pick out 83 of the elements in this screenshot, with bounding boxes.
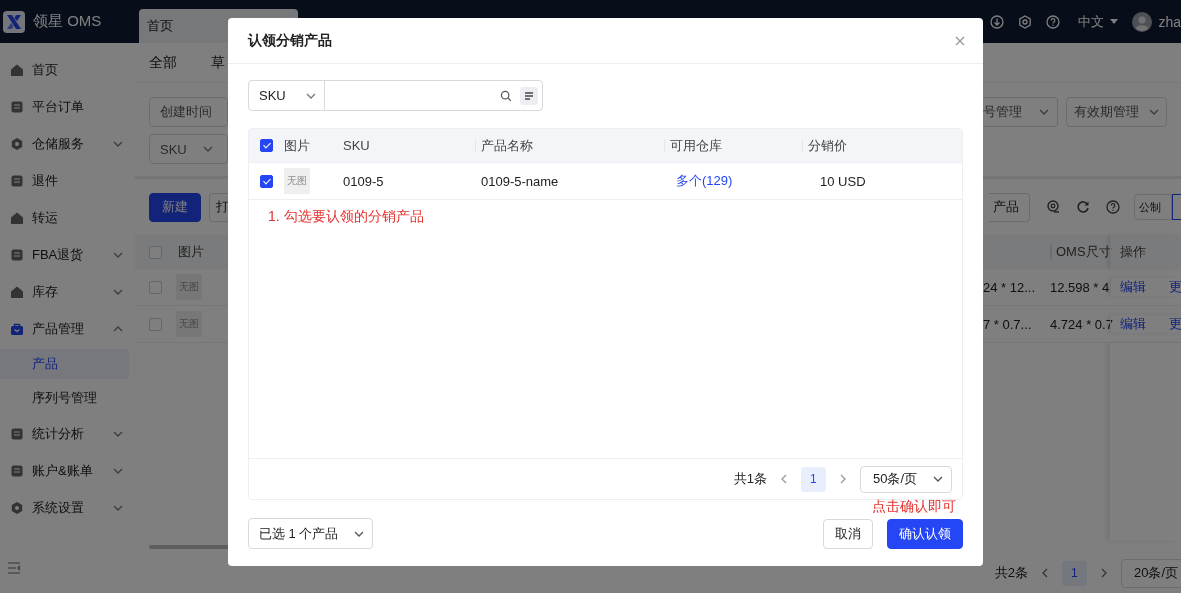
user-name[interactable]: zha [1158, 13, 1181, 30]
chevron-down-icon [354, 530, 365, 537]
table-cell-text: 0109-5 [343, 173, 385, 189]
settings-icon[interactable] [1046, 200, 1060, 214]
column-header: 图片 [284, 136, 311, 155]
app-name: 领星 OMS [33, 12, 103, 31]
download-icon[interactable] [990, 14, 1005, 29]
house-icon [10, 284, 24, 299]
previous-icon[interactable] [780, 474, 787, 484]
toolbar-button[interactable]: 产品 [989, 192, 1030, 222]
previous-icon[interactable] [1041, 568, 1048, 578]
page-number[interactable]: 1 [1061, 560, 1087, 586]
annotation-text: 1. 勾选要认领的分销产品 [268, 208, 424, 224]
column-header: OMS尺寸 [1050, 245, 1110, 259]
cancel-button[interactable]: 取消 [823, 519, 873, 549]
refresh-icon[interactable] [1076, 200, 1090, 214]
toolbar-button[interactable]: 公制 [1134, 194, 1172, 220]
column-header: 分销价 [802, 138, 962, 153]
table-cell-text: 7 * 0.7... [983, 316, 1033, 332]
action-link[interactable]: 编辑 [1120, 278, 1146, 296]
sidebar-item[interactable]: 统计分析 [0, 415, 135, 452]
action-link[interactable]: 更 [1169, 315, 1181, 333]
warehouse-link[interactable]: 多个(129) [676, 172, 733, 190]
status-tab[interactable]: 草 [211, 53, 225, 72]
page-number[interactable]: 1 [800, 466, 826, 492]
sidebar-subitem[interactable]: 序列号管理 [0, 383, 129, 413]
close-icon[interactable] [955, 35, 965, 46]
sidebar-item[interactable]: 首页 [0, 51, 135, 88]
logo-icon [3, 10, 25, 33]
annotation-text: 点击确认即可 [872, 498, 956, 516]
language-menu[interactable]: 中文 [1078, 12, 1105, 31]
sidebar-item[interactable]: 系统设置 [0, 489, 135, 526]
column-header: 操作 [1110, 235, 1181, 269]
column-header: 图片 [178, 243, 204, 261]
checkbox[interactable] [260, 139, 273, 152]
list-icon[interactable] [520, 86, 538, 105]
gear-icon [10, 136, 24, 151]
total-count: 共1条 [733, 470, 767, 488]
next-icon[interactable] [839, 474, 846, 484]
sidebar-item[interactable]: 库存 [0, 273, 135, 310]
sidebar-item[interactable]: 退件 [0, 162, 135, 199]
page-size-select[interactable]: 20条/页 [1120, 558, 1181, 588]
toolbar-button[interactable]: 打 [209, 192, 231, 222]
column-header: SKU [343, 138, 371, 153]
page-size-select[interactable]: 50条/页 [859, 465, 952, 493]
sidebar-item[interactable]: FBA退货 [0, 236, 135, 273]
confirm-button[interactable]: 确认认领 [887, 519, 963, 549]
table-cell-text: 0109-5-name [481, 173, 560, 189]
sidebar-subitem[interactable]: 产品 [0, 349, 129, 379]
collapse-menu-icon[interactable] [7, 562, 21, 574]
status-tab[interactable]: 全部 [149, 53, 177, 72]
chevron-down-icon [1149, 109, 1159, 115]
table-cell-text: 10 USD [820, 173, 867, 189]
toolbar-button[interactable]: 新建 [149, 192, 201, 222]
sidebar-item[interactable]: 仓储服务 [0, 125, 135, 162]
selected-products-dropdown[interactable]: 已选 1 个产品 [248, 518, 374, 549]
chevron-down-icon [202, 146, 213, 152]
house-icon [10, 62, 24, 77]
sidebar-item[interactable]: 账户&账单 [0, 452, 135, 489]
table-cell: 12.598 * 4 [1050, 279, 1110, 295]
caret-icon [1110, 19, 1119, 24]
avatar-icon[interactable] [1132, 11, 1153, 32]
gear-icon [10, 500, 24, 515]
chevron-down-icon [1039, 109, 1049, 115]
action-link[interactable]: 更 [1169, 278, 1181, 296]
action-link[interactable]: 编辑 [1120, 315, 1146, 333]
filter-select[interactable]: 有效期管理 [1066, 97, 1167, 127]
house-icon [10, 210, 24, 225]
table-cell-text: 24 * 12... [983, 279, 1037, 295]
chevron-down-icon [306, 92, 316, 99]
chevron-down-icon [933, 476, 943, 482]
no-image-label: 无图 [287, 174, 307, 188]
search-icon[interactable] [500, 89, 512, 102]
next-icon[interactable] [1100, 568, 1107, 578]
total-count: 共2条 [994, 564, 1028, 582]
checkbox[interactable] [260, 174, 273, 188]
search-field[interactable]: SKU [248, 80, 543, 111]
settings-icon[interactable] [1018, 14, 1033, 29]
toggle-button[interactable] [1172, 194, 1181, 220]
sidebar-item[interactable]: 转运 [0, 199, 135, 236]
sidebar-item[interactable]: 产品管理 [0, 310, 135, 347]
sidebar-item[interactable]: 平台订单 [0, 88, 135, 125]
help-icon[interactable] [1106, 200, 1120, 214]
